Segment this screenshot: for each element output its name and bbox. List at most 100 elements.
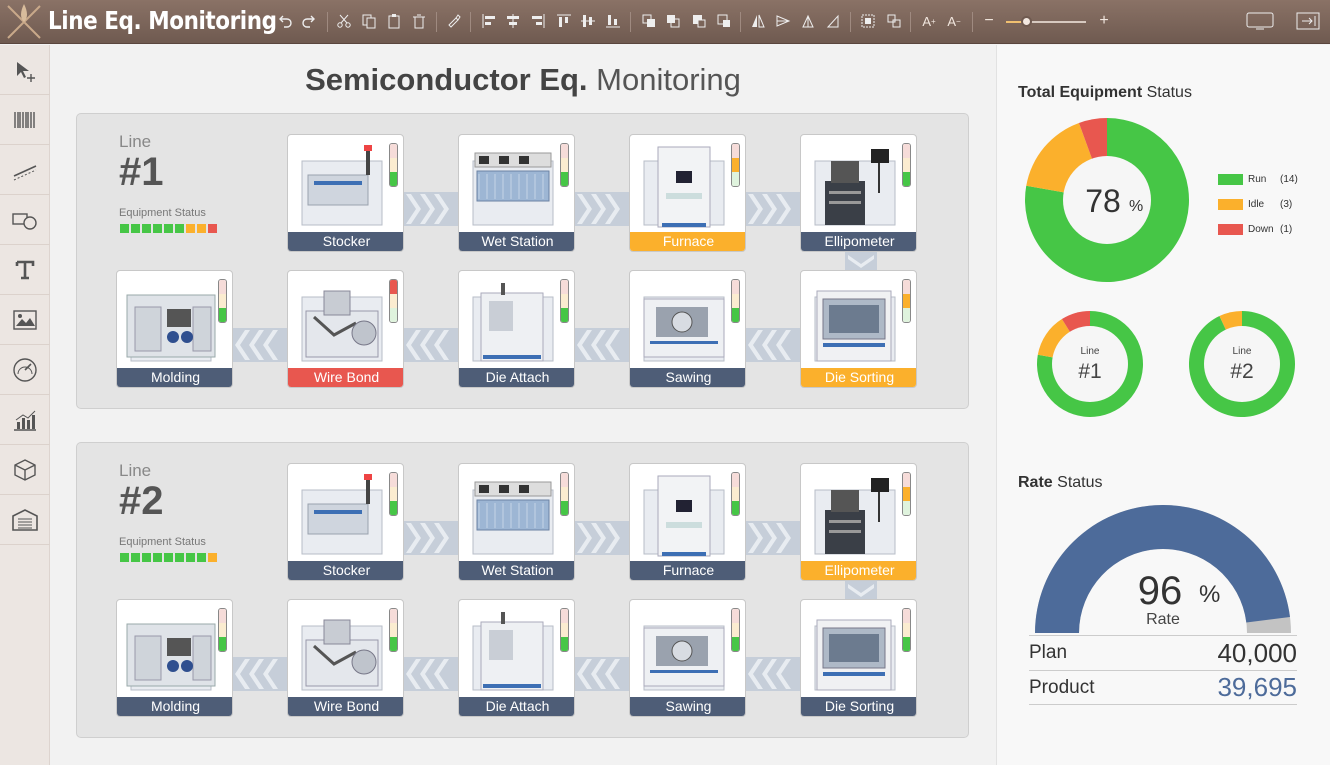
align-right-icon[interactable] <box>529 12 547 30</box>
group-icon[interactable] <box>859 12 877 30</box>
page-title: Semiconductor Eq. Monitoring <box>305 62 741 97</box>
pointer-tool[interactable] <box>0 45 50 95</box>
shapes-tool[interactable] <box>0 195 50 245</box>
machine-molding[interactable]: Molding <box>116 270 233 388</box>
rate-caption: Rate <box>1146 611 1180 628</box>
machine-image <box>814 149 896 226</box>
toolbar-divider <box>850 12 851 32</box>
image-tool[interactable] <box>0 295 50 345</box>
signal-tower-icon <box>218 279 227 323</box>
paste-icon[interactable] <box>385 12 403 30</box>
rotate-right-icon[interactable] <box>824 12 842 30</box>
screen-icon[interactable] <box>1246 12 1274 30</box>
app-title: Line Eq. Monitoring <box>48 6 277 35</box>
align-center-icon[interactable] <box>504 12 522 30</box>
zoom-slider[interactable] <box>1006 16 1086 27</box>
pointer-icon <box>17 61 35 82</box>
machine-furnace[interactable]: Furnace <box>629 134 746 252</box>
machine-wire-bond[interactable]: Wire Bond <box>287 599 404 717</box>
rate-status-title: Rate Status <box>1018 474 1103 491</box>
machine-image <box>814 290 896 362</box>
flow-arrow <box>745 521 800 555</box>
machine-furnace[interactable]: Furnace <box>629 463 746 581</box>
format-painter-icon[interactable] <box>445 12 463 30</box>
toolbar-divider <box>327 12 328 32</box>
cube-tool[interactable] <box>0 445 50 495</box>
signal-tower-icon <box>902 472 911 516</box>
cut-icon[interactable] <box>335 12 353 30</box>
machine-wet-station[interactable]: Wet Station <box>458 463 575 581</box>
app-logo-icon <box>7 4 41 39</box>
machine-stocker[interactable]: Stocker <box>287 463 404 581</box>
chart-tool[interactable] <box>0 395 50 445</box>
product-row: Product 39,695 <box>1029 670 1297 705</box>
machine-label: Die Sorting <box>801 368 916 387</box>
signal-tower-icon <box>218 608 227 652</box>
undo-icon[interactable] <box>276 12 294 30</box>
line-1-panel: Line #1 Equipment Status Stocker Wet Stati… <box>76 113 969 409</box>
total-status-title: Total Equipment Status <box>1018 84 1192 101</box>
line-2-donut: Line #2 <box>1189 311 1295 417</box>
align-left-icon[interactable] <box>480 12 498 30</box>
bring-forward-icon[interactable] <box>690 12 708 30</box>
shapes-icon <box>12 212 37 230</box>
plan-row: Plan 40,000 <box>1029 635 1297 670</box>
gauge-icon <box>13 357 37 382</box>
flip-horizontal-icon[interactable] <box>749 12 767 30</box>
machine-die-attach[interactable]: Die Attach <box>458 599 575 717</box>
send-backward-icon[interactable] <box>715 12 733 30</box>
machine-wet-station[interactable]: Wet Station <box>458 134 575 252</box>
font-increase-icon[interactable]: A + <box>920 12 938 30</box>
product-label: Product <box>1029 676 1095 698</box>
machine-molding[interactable]: Molding <box>116 599 233 717</box>
machine-label: Stocker <box>288 232 403 251</box>
send-back-icon[interactable] <box>664 12 682 30</box>
rotate-left-icon[interactable] <box>799 12 817 30</box>
warehouse-tool[interactable] <box>0 495 50 545</box>
machine-die-attach[interactable]: Die Attach <box>458 270 575 388</box>
machine-ellipometer[interactable]: Ellipometer <box>800 134 917 252</box>
flow-arrow <box>574 521 629 555</box>
status-cell <box>175 553 184 562</box>
line-2-panel: Line #2 Equipment Status Stocker Wet Stati… <box>76 442 969 738</box>
align-middle-icon[interactable] <box>579 12 597 30</box>
redo-icon[interactable] <box>300 12 318 30</box>
machine-die-sorting[interactable]: Die Sorting <box>800 599 917 717</box>
equipment-status-label: Equipment Status <box>119 536 206 548</box>
machine-sawing[interactable]: Sawing <box>629 599 746 717</box>
toolbar-divider <box>910 12 911 32</box>
status-cell <box>175 224 184 233</box>
line-label: Line <box>119 132 152 151</box>
flip-vertical-icon[interactable] <box>774 12 792 30</box>
status-cell <box>142 224 151 233</box>
barcode-tool[interactable] <box>0 95 50 145</box>
zoom-in-icon[interactable]: + <box>1095 12 1113 30</box>
align-top-icon[interactable] <box>555 12 573 30</box>
flow-arrow <box>403 657 458 691</box>
machine-sawing[interactable]: Sawing <box>629 270 746 388</box>
delete-icon[interactable] <box>410 12 428 30</box>
machine-die-sorting[interactable]: Die Sorting <box>800 270 917 388</box>
bring-front-icon[interactable] <box>640 12 658 30</box>
line-tool[interactable] <box>0 145 50 195</box>
exit-icon[interactable] <box>1296 12 1320 30</box>
copy-icon[interactable] <box>360 12 378 30</box>
machine-image <box>126 294 216 362</box>
machine-label: Wet Station <box>459 561 574 580</box>
font-decrease-icon[interactable]: A − <box>945 12 963 30</box>
toolbar-divider <box>470 12 471 32</box>
gauge-tool[interactable] <box>0 345 50 395</box>
zoom-out-icon[interactable]: − <box>980 12 998 30</box>
machine-image <box>301 474 383 555</box>
status-cell <box>142 553 151 562</box>
machine-stocker[interactable]: Stocker <box>287 134 404 252</box>
machine-wire-bond[interactable]: Wire Bond <box>287 270 404 388</box>
machine-label: Molding <box>117 368 232 387</box>
zoom-slider-handle[interactable] <box>1021 16 1032 27</box>
signal-tower-icon <box>389 279 398 323</box>
align-bottom-icon[interactable] <box>604 12 622 30</box>
machine-image <box>814 478 896 555</box>
machine-ellipometer[interactable]: Ellipometer <box>800 463 917 581</box>
text-tool[interactable] <box>0 245 50 295</box>
ungroup-icon[interactable] <box>885 12 903 30</box>
